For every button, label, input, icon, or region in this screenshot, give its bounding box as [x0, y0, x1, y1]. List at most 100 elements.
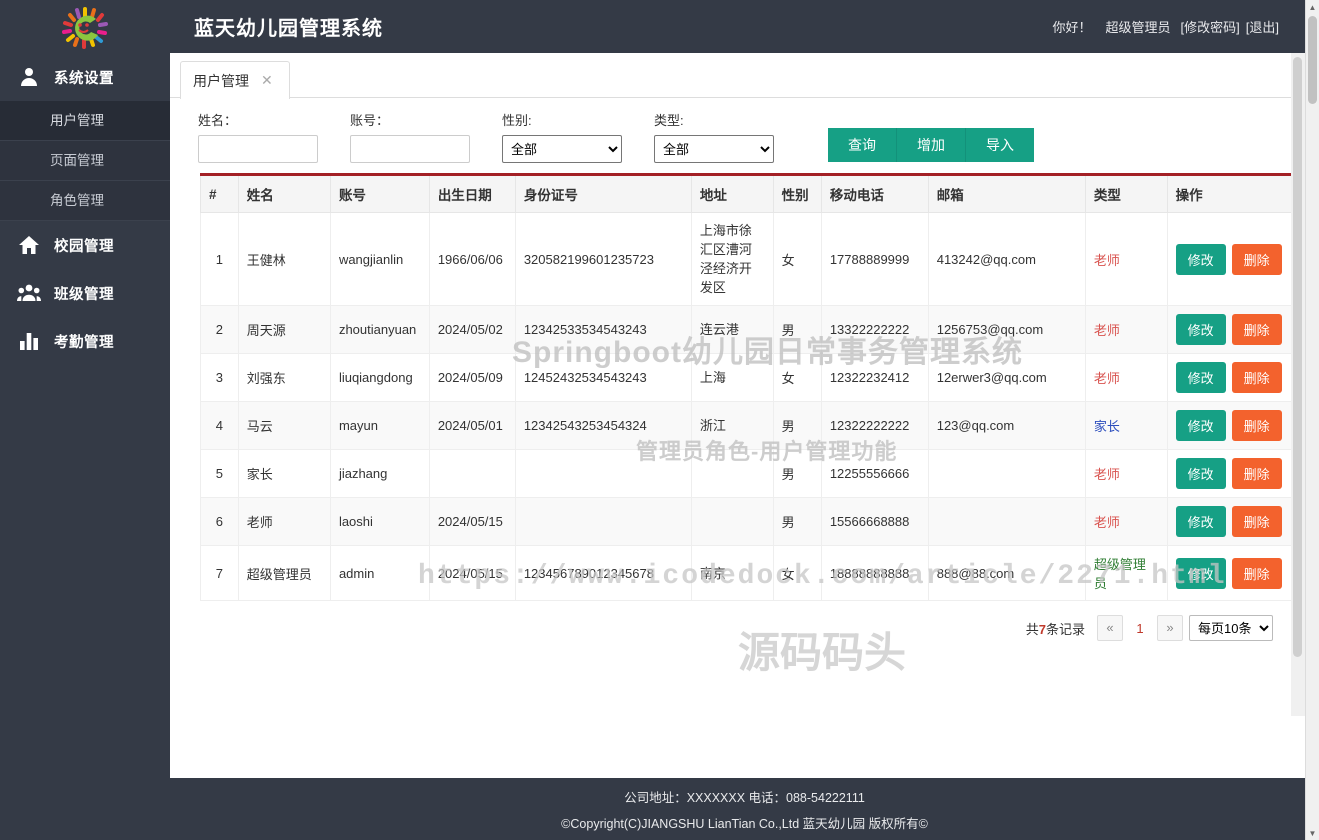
search-account-input[interactable] — [350, 135, 470, 163]
record-count: 共7条记录 — [1026, 619, 1085, 638]
logo[interactable] — [0, 0, 170, 53]
close-icon[interactable]: ✕ — [261, 72, 273, 89]
cell-actions: 修改删除 — [1167, 213, 1303, 306]
cell-idno: 12452432534543243 — [515, 354, 691, 402]
cell-address — [691, 450, 773, 498]
scroll-down-icon[interactable]: ▼ — [1306, 826, 1319, 840]
cell-address: 浙江 — [691, 402, 773, 450]
table-container: # 姓名 账号 出生日期 身份证号 地址 性别 移动电话 邮箱 类型 操作 — [170, 173, 1305, 641]
sidebar-group-label: 校园管理 — [54, 235, 114, 256]
cell-idno: 12342543253454324 — [515, 402, 691, 450]
cell-type: 老师 — [1085, 213, 1167, 306]
query-button[interactable]: 查询 — [828, 128, 897, 162]
inner-scrollbar[interactable] — [1291, 53, 1305, 716]
prev-page-button[interactable]: « — [1097, 615, 1123, 641]
cell-idno: 320582199601235723 — [515, 213, 691, 306]
page-scrollbar[interactable]: ▲ ▼ — [1305, 0, 1319, 840]
sidebar-item-user-management[interactable]: 用户管理 — [0, 101, 170, 141]
edit-button[interactable]: 修改 — [1176, 558, 1226, 589]
cell-idno: 123456789012345678 — [515, 546, 691, 601]
footer-address: 公司地址：XXXXXXX 电话：088-54222111 — [624, 787, 865, 806]
cell-type: 家长 — [1085, 402, 1167, 450]
table-row: 1王健林wangjianlin1966/06/06320582199601235… — [201, 213, 1304, 306]
page-scrollbar-thumb[interactable] — [1308, 16, 1317, 104]
current-user-name: 超级管理员 — [1106, 17, 1171, 36]
sidebar-item-label: 角色管理 — [50, 193, 104, 208]
page-size-select[interactable]: 每页10条 — [1189, 615, 1273, 641]
sidebar-item-page-management[interactable]: 页面管理 — [0, 141, 170, 181]
cell-type: 老师 — [1085, 306, 1167, 354]
sun-logo-icon — [58, 5, 112, 49]
filter-name: 姓名： — [198, 110, 318, 163]
sidebar-group-system-settings[interactable]: 系统设置 — [0, 53, 170, 101]
cell-email: 888@88.com — [928, 546, 1085, 601]
table-row: 2周天源zhoutianyuan2024/05/0212342533534543… — [201, 306, 1304, 354]
col-email: 邮箱 — [928, 175, 1085, 213]
table-header-row: # 姓名 账号 出生日期 身份证号 地址 性别 移动电话 邮箱 类型 操作 — [201, 175, 1304, 213]
tab-label: 用户管理 — [193, 71, 249, 91]
delete-button[interactable]: 删除 — [1232, 558, 1282, 589]
count-suffix: 条记录 — [1046, 622, 1085, 637]
cell-phone: 13322222222 — [821, 306, 928, 354]
filter-gender-label: 性别: — [502, 110, 622, 129]
sidebar-item-role-management[interactable]: 角色管理 — [0, 181, 170, 221]
cell-type: 老师 — [1085, 450, 1167, 498]
import-button[interactable]: 导入 — [966, 128, 1034, 162]
edit-button[interactable]: 修改 — [1176, 314, 1226, 345]
cell-email — [928, 498, 1085, 546]
col-actions: 操作 — [1167, 175, 1303, 213]
footer-copyright: ©Copyright(C)JIANGSHU LianTian Co.,Ltd 蓝… — [561, 813, 928, 832]
cell-birth: 1966/06/06 — [429, 213, 515, 306]
cell-type: 老师 — [1085, 498, 1167, 546]
table-row: 4马云mayun2024/05/0112342543253454324浙江男12… — [201, 402, 1304, 450]
sidebar-item-label: 用户管理 — [50, 113, 104, 128]
cell-idno — [515, 498, 691, 546]
scroll-up-icon[interactable]: ▲ — [1306, 0, 1319, 14]
delete-button[interactable]: 删除 — [1232, 458, 1282, 489]
role-badge: 老师 — [1094, 515, 1120, 530]
logout-link[interactable]: [退出] — [1246, 17, 1279, 36]
table-row: 5家长jiazhang男12255556666老师修改删除 — [201, 450, 1304, 498]
add-button[interactable]: 增加 — [897, 128, 966, 162]
edit-button[interactable]: 修改 — [1176, 506, 1226, 537]
bar-chart-icon — [16, 328, 42, 354]
search-name-input[interactable] — [198, 135, 318, 163]
next-page-button[interactable]: » — [1157, 615, 1183, 641]
type-select[interactable]: 全部 — [654, 135, 774, 163]
edit-button[interactable]: 修改 — [1176, 362, 1226, 393]
edit-button[interactable]: 修改 — [1176, 244, 1226, 275]
delete-button[interactable]: 删除 — [1232, 244, 1282, 275]
cell-address: 南京 — [691, 546, 773, 601]
cell-email: 413242@qq.com — [928, 213, 1085, 306]
filter-type: 类型: 全部 — [654, 110, 774, 163]
sidebar-group-label: 系统设置 — [54, 67, 114, 88]
sidebar-group-campus-management[interactable]: 校园管理 — [0, 221, 170, 269]
cell-account: laoshi — [330, 498, 429, 546]
edit-button[interactable]: 修改 — [1176, 410, 1226, 441]
delete-button[interactable]: 删除 — [1232, 506, 1282, 537]
pagination: 共7条记录 « 1 » 每页10条 — [200, 601, 1297, 641]
cell-index: 6 — [201, 498, 239, 546]
cell-gender: 女 — [773, 354, 821, 402]
cell-account: zhoutianyuan — [330, 306, 429, 354]
cell-birth: 2024/05/09 — [429, 354, 515, 402]
delete-button[interactable]: 删除 — [1232, 410, 1282, 441]
gender-select[interactable]: 全部 — [502, 135, 622, 163]
sidebar-group-class-management[interactable]: 班级管理 — [0, 269, 170, 317]
cell-address — [691, 498, 773, 546]
cell-gender: 男 — [773, 402, 821, 450]
current-page[interactable]: 1 — [1129, 621, 1151, 636]
sidebar-group-attendance-management[interactable]: 考勤管理 — [0, 317, 170, 365]
col-name: 姓名 — [238, 175, 330, 213]
col-phone: 移动电话 — [821, 175, 928, 213]
edit-button[interactable]: 修改 — [1176, 458, 1226, 489]
change-password-link[interactable]: [修改密码] — [1181, 17, 1240, 36]
delete-button[interactable]: 删除 — [1232, 362, 1282, 393]
cell-account: wangjianlin — [330, 213, 429, 306]
col-account: 账号 — [330, 175, 429, 213]
cell-name: 马云 — [238, 402, 330, 450]
delete-button[interactable]: 删除 — [1232, 314, 1282, 345]
tab-user-management[interactable]: 用户管理 ✕ — [180, 61, 290, 99]
app-root: 系统设置 用户管理 页面管理 角色管理 校园管理 — [0, 0, 1319, 840]
inner-scrollbar-thumb[interactable] — [1293, 57, 1302, 657]
